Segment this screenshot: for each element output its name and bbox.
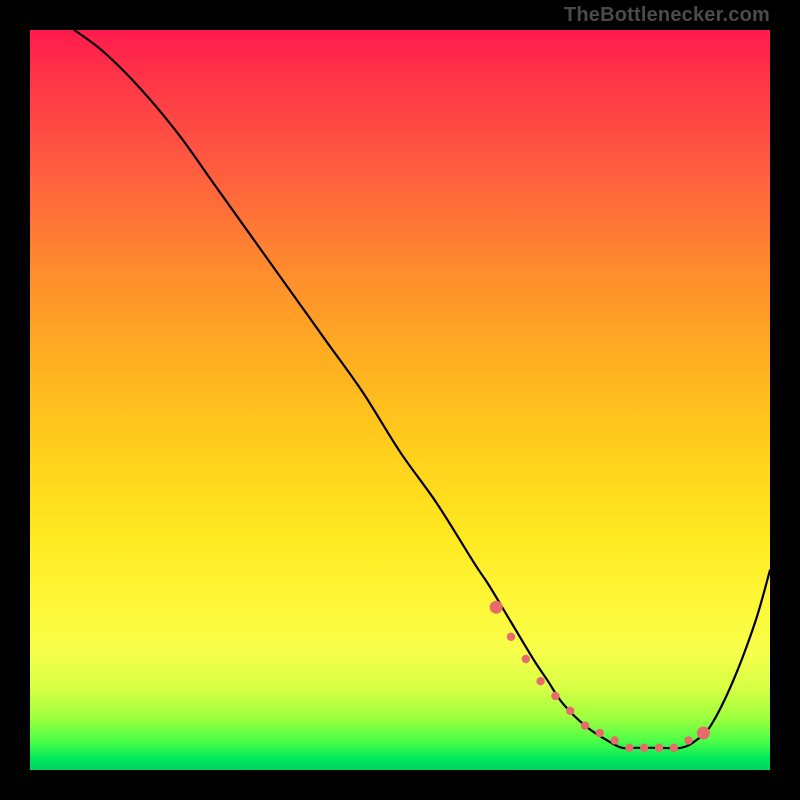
marker-dot <box>610 736 618 744</box>
curve-layer <box>30 30 770 770</box>
marker-dot <box>522 655 530 663</box>
marker-dot <box>507 633 515 641</box>
marker-dot <box>596 729 604 737</box>
attribution-label: TheBottlenecker.com <box>564 4 770 27</box>
bottleneck-curve <box>74 30 770 748</box>
plot-area <box>30 30 770 770</box>
marker-dot <box>536 677 544 685</box>
marker-dot <box>684 736 692 744</box>
marker-group <box>490 601 710 752</box>
chart-frame: TheBottlenecker.com <box>0 0 800 800</box>
marker-dot <box>566 707 574 715</box>
marker-dot <box>697 727 710 740</box>
marker-dot <box>625 744 633 752</box>
marker-dot <box>640 744 648 752</box>
marker-dot <box>670 744 678 752</box>
marker-dot <box>655 744 663 752</box>
marker-dot <box>551 692 559 700</box>
marker-dot <box>490 601 503 614</box>
marker-dot <box>581 721 589 729</box>
